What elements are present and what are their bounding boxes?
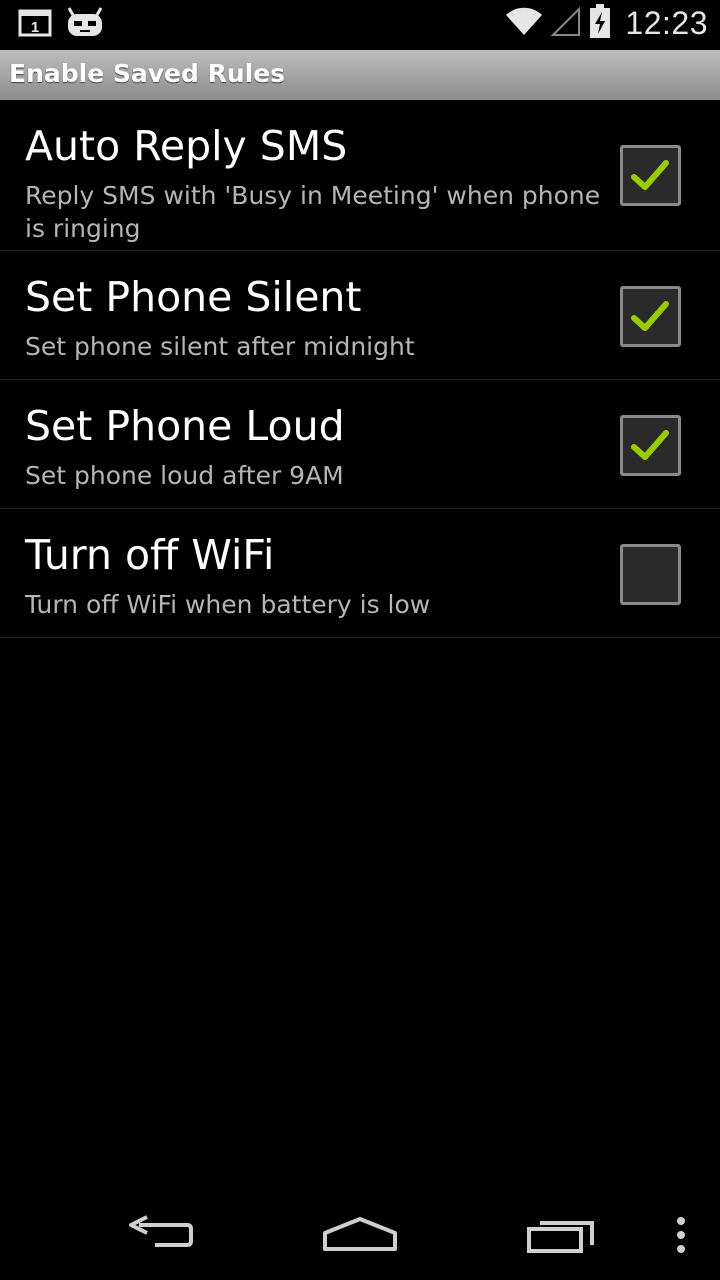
check-icon [631, 301, 669, 331]
rule-summary: Reply SMS with 'Busy in Meeting' when ph… [25, 181, 601, 243]
rule-title: Set Phone Loud [25, 402, 345, 450]
back-button[interactable] [115, 1208, 205, 1262]
back-icon [129, 1215, 193, 1247]
rule-summary: Turn off WiFi when battery is low [25, 590, 431, 619]
action-bar: Enable Saved Rules [0, 50, 720, 100]
rule-summary: Set phone silent after midnight [25, 332, 415, 361]
status-bar: 1 12:23 [0, 0, 720, 50]
overflow-menu-button[interactable] [636, 1208, 720, 1262]
home-icon [323, 1217, 397, 1251]
rule-checkbox-set-phone-silent[interactable] [620, 286, 681, 347]
wifi-icon [505, 5, 543, 41]
status-time: 12:23 [625, 4, 708, 41]
check-icon [631, 430, 669, 460]
recent-apps-icon [527, 1221, 594, 1253]
notification-calendar-icon: 1 [18, 7, 52, 41]
navigation-bar [0, 1190, 720, 1280]
cyanogenmod-android-icon [66, 6, 104, 42]
overflow-menu-icon [677, 1217, 685, 1253]
home-button[interactable] [315, 1208, 405, 1262]
rule-title: Turn off WiFi [25, 531, 275, 579]
signal-icon [551, 5, 581, 41]
rule-checkbox-turn-off-wifi[interactable] [620, 544, 681, 605]
rule-item-turn-off-wifi[interactable]: Turn off WiFi Turn off WiFi when battery… [0, 509, 720, 638]
rule-checkbox-auto-reply-sms[interactable] [620, 145, 681, 206]
check-icon [631, 160, 669, 190]
recent-apps-button[interactable] [517, 1208, 607, 1262]
calendar-day-text: 1 [31, 19, 39, 36]
rule-checkbox-set-phone-loud[interactable] [620, 415, 681, 476]
rules-list: Auto Reply SMS Reply SMS with 'Busy in M… [0, 100, 720, 638]
rule-item-auto-reply-sms[interactable]: Auto Reply SMS Reply SMS with 'Busy in M… [0, 100, 720, 251]
rule-item-set-phone-silent[interactable]: Set Phone Silent Set phone silent after … [0, 251, 720, 380]
battery-charging-icon [589, 4, 611, 42]
rule-summary: Set phone loud after 9AM [25, 461, 344, 490]
rule-item-set-phone-loud[interactable]: Set Phone Loud Set phone loud after 9AM [0, 380, 720, 509]
page-title: Enable Saved Rules [9, 59, 286, 88]
rule-title: Set Phone Silent [25, 273, 362, 321]
rule-title: Auto Reply SMS [25, 122, 348, 170]
